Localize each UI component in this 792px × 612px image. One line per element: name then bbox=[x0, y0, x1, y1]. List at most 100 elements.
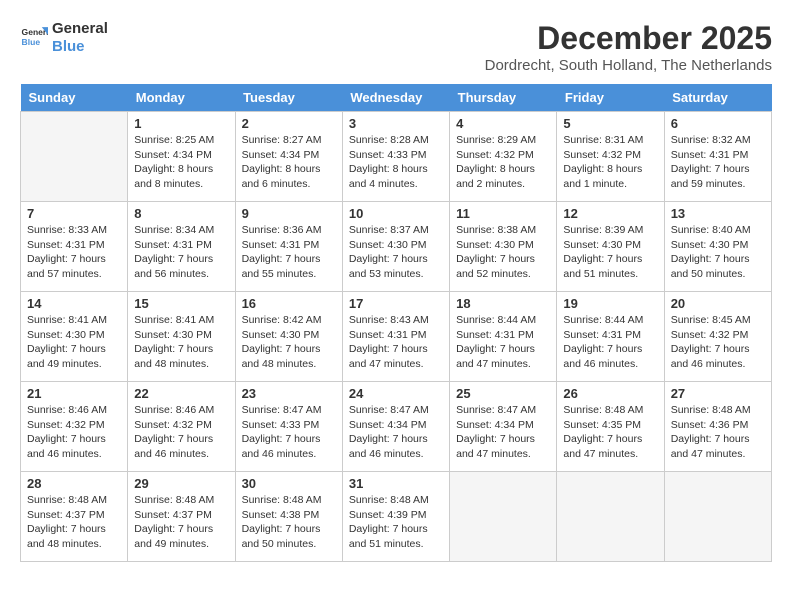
calendar-week-row: 7Sunrise: 8:33 AMSunset: 4:31 PMDaylight… bbox=[21, 202, 772, 292]
day-info: Sunrise: 8:48 AMSunset: 4:37 PMDaylight:… bbox=[134, 493, 228, 552]
calendar-cell: 29 Sunrise: 8:48 AMSunset: 4:37 PMDayligh… bbox=[128, 472, 235, 562]
day-info: Sunrise: 8:31 AMSunset: 4:32 PMDaylight:… bbox=[563, 133, 657, 192]
calendar-cell: 31Sunrise: 8:48 AMSunset: 4:39 PMDayligh… bbox=[342, 472, 449, 562]
calendar-cell: 2 Sunrise: 8:27 AMSunset: 4:34 PMDaylight… bbox=[235, 112, 342, 202]
calendar-day-header: Monday bbox=[128, 84, 235, 112]
day-info: Sunrise: 8:41 AMSunset: 4:30 PMDaylight:… bbox=[134, 313, 228, 372]
day-number: 5 bbox=[563, 116, 657, 131]
cell-content: 29 Sunrise: 8:48 AMSunset: 4:37 PMDayligh… bbox=[134, 476, 228, 552]
cell-content: 11Sunrise: 8:38 AMSunset: 4:30 PMDayligh… bbox=[456, 206, 550, 282]
calendar-cell: 24 Sunrise: 8:47 AMSunset: 4:34 PMDayligh… bbox=[342, 382, 449, 472]
calendar-cell: 11Sunrise: 8:38 AMSunset: 4:30 PMDayligh… bbox=[450, 202, 557, 292]
cell-content: 3Sunrise: 8:28 AMSunset: 4:33 PMDaylight… bbox=[349, 116, 443, 192]
cell-content: 18 Sunrise: 8:44 AMSunset: 4:31 PMDayligh… bbox=[456, 296, 550, 372]
day-number: 4 bbox=[456, 116, 550, 131]
calendar-day-header: Thursday bbox=[450, 84, 557, 112]
calendar-day-header: Wednesday bbox=[342, 84, 449, 112]
calendar-cell: 13 Sunrise: 8:40 AMSunset: 4:30 PMDayligh… bbox=[664, 202, 771, 292]
cell-content: 1Sunrise: 8:25 AMSunset: 4:34 PMDaylight… bbox=[134, 116, 228, 192]
logo: General Blue General Blue bbox=[20, 20, 108, 56]
calendar-week-row: 28 Sunrise: 8:48 AMSunset: 4:37 PMDayligh… bbox=[21, 472, 772, 562]
calendar-cell: 15 Sunrise: 8:41 AMSunset: 4:30 PMDayligh… bbox=[128, 292, 235, 382]
calendar-cell bbox=[664, 472, 771, 562]
day-number: 2 bbox=[242, 116, 336, 131]
calendar-cell: 23 Sunrise: 8:47 AMSunset: 4:33 PMDayligh… bbox=[235, 382, 342, 472]
day-number: 8 bbox=[134, 206, 228, 221]
cell-content: 16Sunrise: 8:42 AMSunset: 4:30 PMDayligh… bbox=[242, 296, 336, 372]
calendar-table: SundayMondayTuesdayWednesdayThursdayFrid… bbox=[20, 84, 772, 562]
day-info: Sunrise: 8:42 AMSunset: 4:30 PMDaylight:… bbox=[242, 313, 336, 372]
cell-content: 4 Sunrise: 8:29 AMSunset: 4:32 PMDaylight… bbox=[456, 116, 550, 192]
main-title: December 2025 bbox=[485, 20, 772, 57]
day-number: 27 bbox=[671, 386, 765, 401]
logo-icon: General Blue bbox=[20, 24, 48, 52]
calendar-day-header: Sunday bbox=[21, 84, 128, 112]
day-info: Sunrise: 8:48 AMSunset: 4:37 PMDaylight:… bbox=[27, 493, 121, 552]
calendar-header-row: SundayMondayTuesdayWednesdayThursdayFrid… bbox=[21, 84, 772, 112]
subtitle: Dordrecht, South Holland, The Netherland… bbox=[485, 57, 772, 74]
cell-content: 26 Sunrise: 8:48 AMSunset: 4:35 PMDayligh… bbox=[563, 386, 657, 462]
calendar-cell: 28 Sunrise: 8:48 AMSunset: 4:37 PMDayligh… bbox=[21, 472, 128, 562]
day-number: 18 bbox=[456, 296, 550, 311]
day-number: 28 bbox=[27, 476, 121, 491]
day-number: 13 bbox=[671, 206, 765, 221]
day-info: Sunrise: 8:29 AMSunset: 4:32 PMDaylight:… bbox=[456, 133, 550, 192]
day-number: 9 bbox=[242, 206, 336, 221]
day-number: 24 bbox=[349, 386, 443, 401]
cell-content: 30Sunrise: 8:48 AMSunset: 4:38 PMDayligh… bbox=[242, 476, 336, 552]
cell-content: 24 Sunrise: 8:47 AMSunset: 4:34 PMDayligh… bbox=[349, 386, 443, 462]
cell-content: 12Sunrise: 8:39 AMSunset: 4:30 PMDayligh… bbox=[563, 206, 657, 282]
day-info: Sunrise: 8:27 AMSunset: 4:34 PMDaylight:… bbox=[242, 133, 336, 192]
day-info: Sunrise: 8:47 AMSunset: 4:33 PMDaylight:… bbox=[242, 403, 336, 462]
day-info: Sunrise: 8:40 AMSunset: 4:30 PMDaylight:… bbox=[671, 223, 765, 282]
day-info: Sunrise: 8:38 AMSunset: 4:30 PMDaylight:… bbox=[456, 223, 550, 282]
cell-content: 27 Sunrise: 8:48 AMSunset: 4:36 PMDayligh… bbox=[671, 386, 765, 462]
calendar-cell: 3Sunrise: 8:28 AMSunset: 4:33 PMDaylight… bbox=[342, 112, 449, 202]
day-info: Sunrise: 8:32 AMSunset: 4:31 PMDaylight:… bbox=[671, 133, 765, 192]
day-info: Sunrise: 8:47 AMSunset: 4:34 PMDaylight:… bbox=[456, 403, 550, 462]
cell-content: 23 Sunrise: 8:47 AMSunset: 4:33 PMDayligh… bbox=[242, 386, 336, 462]
day-number: 29 bbox=[134, 476, 228, 491]
day-info: Sunrise: 8:39 AMSunset: 4:30 PMDaylight:… bbox=[563, 223, 657, 282]
cell-content: 2 Sunrise: 8:27 AMSunset: 4:34 PMDaylight… bbox=[242, 116, 336, 192]
cell-content: 19Sunrise: 8:44 AMSunset: 4:31 PMDayligh… bbox=[563, 296, 657, 372]
day-info: Sunrise: 8:47 AMSunset: 4:34 PMDaylight:… bbox=[349, 403, 443, 462]
day-info: Sunrise: 8:45 AMSunset: 4:32 PMDaylight:… bbox=[671, 313, 765, 372]
day-number: 22 bbox=[134, 386, 228, 401]
day-number: 21 bbox=[27, 386, 121, 401]
calendar-cell bbox=[21, 112, 128, 202]
cell-content: 20 Sunrise: 8:45 AMSunset: 4:32 PMDayligh… bbox=[671, 296, 765, 372]
cell-content: 31Sunrise: 8:48 AMSunset: 4:39 PMDayligh… bbox=[349, 476, 443, 552]
day-number: 23 bbox=[242, 386, 336, 401]
calendar-day-header: Friday bbox=[557, 84, 664, 112]
calendar-cell: 5 Sunrise: 8:31 AMSunset: 4:32 PMDaylight… bbox=[557, 112, 664, 202]
cell-content: 15 Sunrise: 8:41 AMSunset: 4:30 PMDayligh… bbox=[134, 296, 228, 372]
calendar-week-row: 1Sunrise: 8:25 AMSunset: 4:34 PMDaylight… bbox=[21, 112, 772, 202]
day-number: 26 bbox=[563, 386, 657, 401]
calendar-cell: 16Sunrise: 8:42 AMSunset: 4:30 PMDayligh… bbox=[235, 292, 342, 382]
calendar-cell: 18 Sunrise: 8:44 AMSunset: 4:31 PMDayligh… bbox=[450, 292, 557, 382]
title-section: December 2025 Dordrecht, South Holland, … bbox=[485, 20, 772, 74]
day-number: 15 bbox=[134, 296, 228, 311]
day-info: Sunrise: 8:48 AMSunset: 4:35 PMDaylight:… bbox=[563, 403, 657, 462]
calendar-day-header: Saturday bbox=[664, 84, 771, 112]
calendar-cell: 8Sunrise: 8:34 AMSunset: 4:31 PMDaylight… bbox=[128, 202, 235, 292]
day-info: Sunrise: 8:44 AMSunset: 4:31 PMDaylight:… bbox=[456, 313, 550, 372]
day-number: 25 bbox=[456, 386, 550, 401]
calendar-cell bbox=[450, 472, 557, 562]
logo-text-line1: General bbox=[52, 20, 108, 38]
calendar-cell: 30Sunrise: 8:48 AMSunset: 4:38 PMDayligh… bbox=[235, 472, 342, 562]
day-info: Sunrise: 8:46 AMSunset: 4:32 PMDaylight:… bbox=[27, 403, 121, 462]
day-number: 20 bbox=[671, 296, 765, 311]
day-info: Sunrise: 8:48 AMSunset: 4:36 PMDaylight:… bbox=[671, 403, 765, 462]
day-info: Sunrise: 8:36 AMSunset: 4:31 PMDaylight:… bbox=[242, 223, 336, 282]
calendar-cell: 26 Sunrise: 8:48 AMSunset: 4:35 PMDayligh… bbox=[557, 382, 664, 472]
calendar-cell: 9 Sunrise: 8:36 AMSunset: 4:31 PMDaylight… bbox=[235, 202, 342, 292]
cell-content: 14Sunrise: 8:41 AMSunset: 4:30 PMDayligh… bbox=[27, 296, 121, 372]
day-number: 30 bbox=[242, 476, 336, 491]
day-info: Sunrise: 8:33 AMSunset: 4:31 PMDaylight:… bbox=[27, 223, 121, 282]
day-number: 10 bbox=[349, 206, 443, 221]
svg-text:Blue: Blue bbox=[22, 37, 41, 47]
day-number: 31 bbox=[349, 476, 443, 491]
day-number: 14 bbox=[27, 296, 121, 311]
